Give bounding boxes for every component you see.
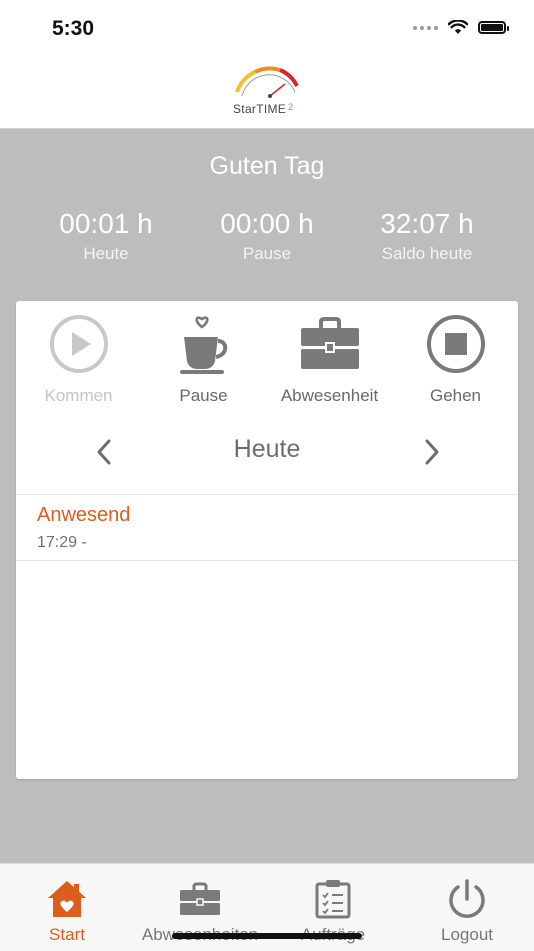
- briefcase-icon: [300, 317, 359, 369]
- divider: [16, 494, 518, 495]
- stop-circle-icon: [426, 315, 485, 373]
- clipboard-checklist-icon: [315, 880, 351, 919]
- tab-start[interactable]: Start: [0, 878, 134, 945]
- pause-label: Pause: [179, 386, 228, 405]
- cellular-signal-icon: [413, 25, 438, 30]
- logo-version: 2: [288, 102, 294, 112]
- time-tracking-card: Kommen Pause Abwesenheit Gehen Heute Anw…: [16, 301, 518, 779]
- battery-icon: [478, 21, 509, 34]
- stat-saldo-heute: 32:07 h Saldo heute: [347, 208, 507, 264]
- app-header: StarTIME 2: [0, 56, 534, 129]
- startime-logo: StarTIME 2: [225, 62, 315, 122]
- power-icon: [449, 879, 485, 918]
- home-icon: [48, 881, 86, 917]
- status-time: 5:30: [52, 17, 95, 40]
- entry-time: 17:29 -: [37, 534, 87, 551]
- status-icons: [413, 20, 509, 35]
- entry-status: Anwesend: [37, 504, 131, 526]
- greeting-title: Guten Tag: [209, 152, 325, 180]
- stat-label: Pause: [242, 244, 292, 263]
- gehen-label: Gehen: [429, 386, 482, 405]
- status-bar: 5:30: [0, 0, 534, 56]
- gehen-button[interactable]: Gehen: [393, 311, 518, 406]
- stat-label: Saldo heute: [381, 244, 473, 263]
- logo-name: StarTIME: [233, 102, 287, 116]
- stat-heute: 00:01 h Heute: [26, 208, 186, 264]
- gauge-logo-icon: [235, 66, 299, 98]
- coffee-cup-icon: [179, 316, 227, 374]
- kommen-label: Kommen: [44, 386, 113, 405]
- abwesenheit-button[interactable]: Abwesenheit: [267, 311, 392, 406]
- logo-text: StarTIME 2: [233, 102, 293, 116]
- wifi-icon: [448, 20, 468, 34]
- pause-button[interactable]: Pause: [141, 311, 266, 406]
- play-circle-icon: [49, 315, 108, 373]
- kommen-button[interactable]: Kommen: [16, 311, 141, 406]
- abwesenheit-label: Abwesenheit: [280, 386, 379, 405]
- divider: [16, 560, 518, 561]
- chevron-right-icon[interactable]: [416, 437, 446, 467]
- day-navigation: Heute: [16, 429, 518, 473]
- tab-logout[interactable]: Logout: [400, 878, 534, 945]
- stat-label: Heute: [83, 244, 129, 263]
- home-indicator[interactable]: [172, 933, 362, 939]
- stat-value: 32:07 h: [380, 208, 474, 239]
- tab-label: Logout: [441, 925, 493, 944]
- briefcase-icon: [180, 882, 220, 915]
- stat-pause: 00:00 h Pause: [187, 208, 347, 264]
- stat-value: 00:01 h: [59, 208, 153, 239]
- stat-value: 00:00 h: [220, 208, 314, 239]
- tab-label: Start: [49, 925, 85, 944]
